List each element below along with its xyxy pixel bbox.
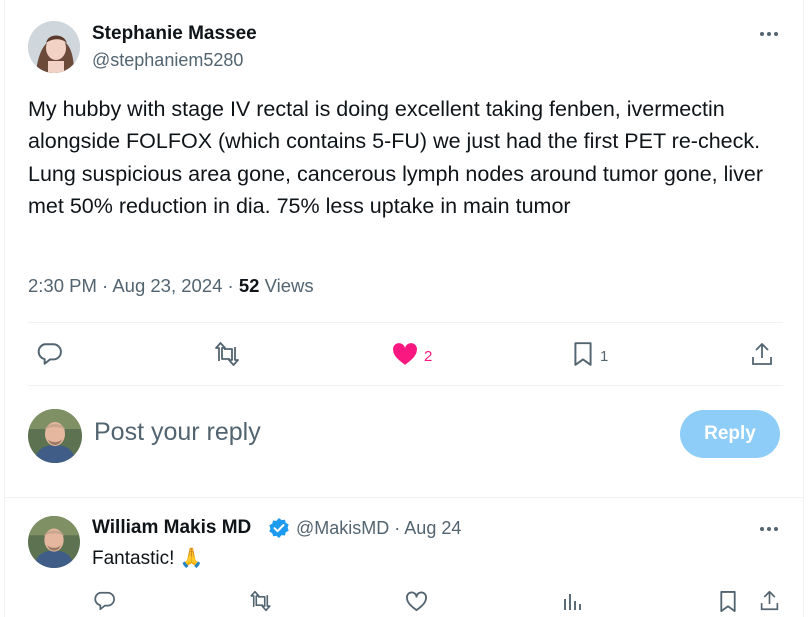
author-avatar[interactable] <box>28 21 80 73</box>
current-user-avatar[interactable] <box>28 409 82 463</box>
bookmark-action-button[interactable]: 1 <box>572 341 608 372</box>
frame-border-left <box>4 0 5 617</box>
like-count: 2 <box>424 348 433 365</box>
post-text: My hubby with stage IV rectal is doing e… <box>28 97 764 218</box>
meta-separator: · <box>96 275 113 296</box>
analytics-icon <box>562 590 584 617</box>
more-horizontal-icon[interactable] <box>758 24 780 49</box>
share-icon <box>750 341 774 372</box>
reply-date[interactable]: Aug 24 <box>404 518 461 538</box>
reply-button[interactable]: Reply <box>680 410 780 458</box>
reply-views-button[interactable] <box>562 590 584 617</box>
views-label: Views <box>264 275 314 296</box>
comment-icon <box>36 341 62 372</box>
author-handle[interactable]: @stephaniem5280 <box>92 50 243 71</box>
reply-comment-button[interactable] <box>93 590 115 617</box>
meta-separator: · <box>222 275 239 296</box>
reply-action-button[interactable] <box>36 341 62 372</box>
reply-repost-button[interactable] <box>248 590 273 617</box>
views-count: 52 <box>238 275 260 296</box>
divider <box>28 385 783 386</box>
bookmark-icon <box>572 341 594 372</box>
post-meta: 2:30 PM · Aug 23, 2024 · 52 Views <box>28 275 314 297</box>
bookmark-icon <box>718 590 738 617</box>
share-action-button[interactable] <box>750 341 774 372</box>
meta-separator: · <box>389 518 405 538</box>
reply-share-button[interactable] <box>759 589 780 617</box>
reply-text: Fantastic! 🙏 <box>92 548 204 569</box>
repost-action-button[interactable] <box>213 341 241 372</box>
reply-author-avatar[interactable] <box>28 516 80 568</box>
divider <box>28 322 783 323</box>
post-date[interactable]: Aug 23, 2024 <box>112 275 222 296</box>
reply-bookmark-button[interactable] <box>718 590 738 617</box>
repost-icon <box>248 590 273 617</box>
bookmark-count: 1 <box>600 348 609 365</box>
more-horizontal-icon[interactable] <box>758 519 780 544</box>
repost-icon <box>213 341 241 372</box>
comment-icon <box>93 590 115 617</box>
reply-author-handle[interactable]: @MakisMD <box>296 518 389 538</box>
reply-like-button[interactable] <box>405 591 428 617</box>
like-action-button[interactable]: 2 <box>392 342 432 371</box>
heart-icon <box>392 342 418 371</box>
reply-input[interactable]: Post your reply <box>94 418 261 447</box>
frame-border-right <box>803 0 804 617</box>
author-name[interactable]: Stephanie Massee <box>92 23 257 45</box>
share-icon <box>759 589 780 617</box>
reply-handle-date: @MakisMD · Aug 24 <box>296 518 461 539</box>
heart-icon <box>405 591 428 617</box>
section-separator <box>5 497 803 498</box>
post-time[interactable]: 2:30 PM <box>28 275 97 296</box>
reply-author-name[interactable]: William Makis MD <box>92 517 251 539</box>
verified-badge-icon[interactable] <box>268 517 290 544</box>
